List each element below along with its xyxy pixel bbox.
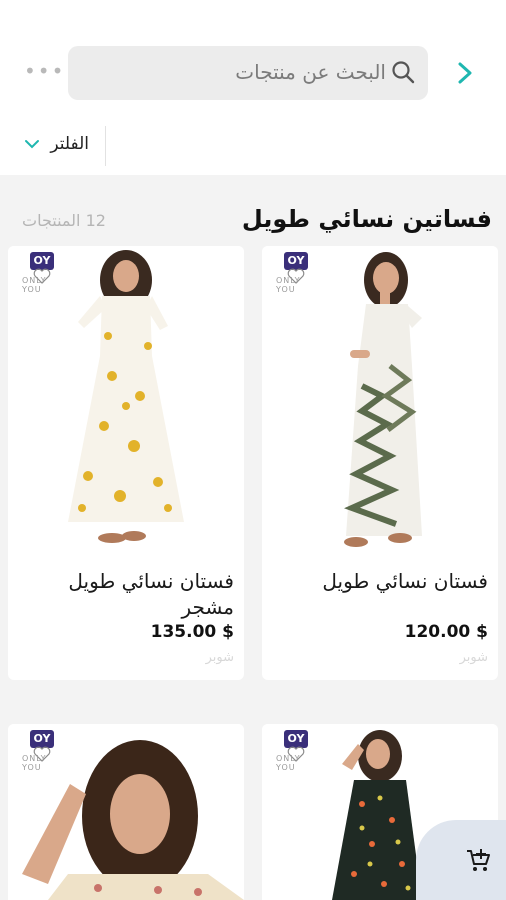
filter-label: الفلتر (50, 134, 89, 154)
product-count: 12 المنتجات (22, 211, 106, 230)
product-name[interactable]: فستان نسائي طويل (278, 568, 488, 594)
filter-button[interactable]: الفلتر (22, 126, 106, 166)
brand-logo: OY ONLY YOU (22, 252, 60, 294)
more-dots-icon[interactable]: ••• (24, 61, 65, 81)
product-card[interactable]: OY ONLY YOU فستان نسائي طويل 120.00 $ شو… (262, 246, 498, 680)
product-card[interactable]: OY ONLY YOU فستان نسائي طويل مشجر 135.00… (8, 246, 244, 680)
page-title: فساتين نسائي طويل (241, 205, 492, 233)
search-field[interactable]: البحث عن منتجات (68, 46, 428, 100)
chevron-down-icon (25, 140, 39, 149)
brand-logo: OY ONLY YOU (22, 730, 60, 772)
top-bar: ••• البحث عن منتجات الفلتر (0, 0, 506, 175)
product-image[interactable] (262, 246, 498, 566)
seller-name: شوبر (459, 650, 488, 665)
product-price: 120.00 $ (404, 622, 488, 642)
brand-logo: OY ONLY YOU (276, 252, 314, 294)
search-input[interactable]: البحث عن منتجات (235, 60, 386, 84)
listing-header: فساتين نسائي طويل 12 المنتجات (0, 175, 506, 245)
product-card[interactable]: OY ONLY YOU (8, 724, 244, 900)
add-to-cart-icon (467, 849, 490, 871)
chevron-right-icon[interactable] (454, 60, 476, 86)
seller-name: شوبر (205, 650, 234, 665)
product-image[interactable] (8, 246, 244, 566)
product-price: 135.00 $ (150, 622, 234, 642)
search-icon[interactable] (390, 59, 416, 85)
add-to-cart-button[interactable] (416, 820, 506, 900)
brand-logo: OY ONLY YOU (276, 730, 314, 772)
product-name[interactable]: فستان نسائي طويل مشجر (24, 568, 234, 620)
